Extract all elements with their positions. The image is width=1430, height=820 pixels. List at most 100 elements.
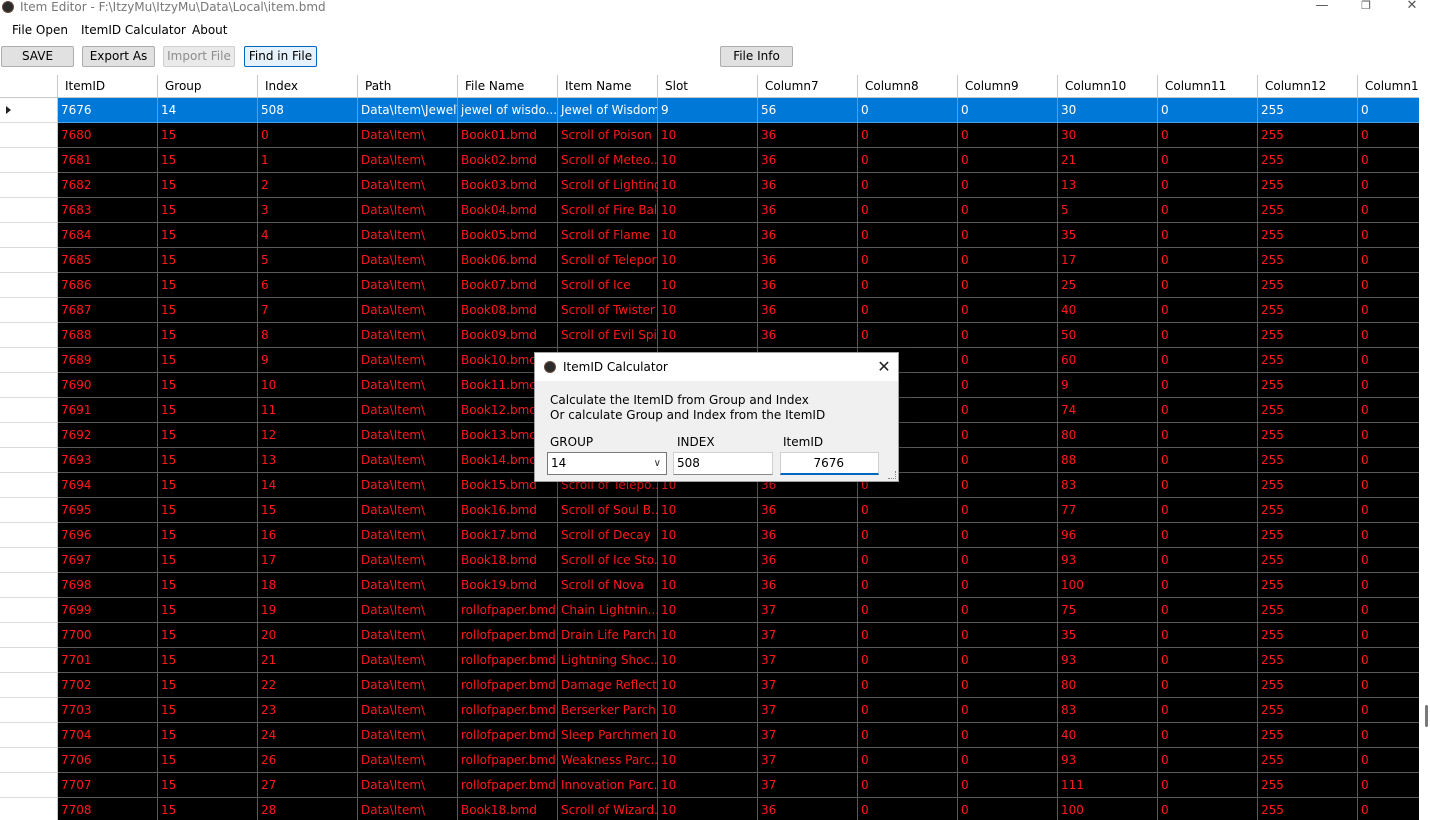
table-row[interactable]: 7684 15 4 Data\Item\ Book05.bmd Scroll of Fla…: [0, 223, 1419, 248]
table-cell[interactable]: 255: [1258, 798, 1358, 820]
table-cell[interactable]: 0: [958, 98, 1058, 123]
table-cell[interactable]: 7692: [58, 423, 158, 448]
table-cell[interactable]: 7: [258, 298, 358, 323]
table-cell[interactable]: Book04.bmd: [458, 198, 558, 223]
table-cell[interactable]: Data\Item\: [358, 473, 458, 498]
table-cell[interactable]: 0: [1158, 723, 1258, 748]
table-cell[interactable]: 255: [1258, 173, 1358, 198]
table-cell[interactable]: 24: [258, 723, 358, 748]
table-cell[interactable]: 0: [1358, 473, 1419, 498]
table-cell[interactable]: 0: [1158, 773, 1258, 798]
table-cell[interactable]: 10: [658, 598, 758, 623]
row-header[interactable]: [0, 548, 58, 573]
table-cell[interactable]: 0: [858, 723, 958, 748]
table-cell[interactable]: Data\Item\: [358, 448, 458, 473]
table-cell[interactable]: 10: [658, 198, 758, 223]
vertical-scrollbar[interactable]: [1419, 75, 1430, 820]
row-header[interactable]: [0, 448, 58, 473]
table-cell[interactable]: Jewel of Wisdom: [558, 98, 658, 123]
table-cell[interactable]: Book17.bmd: [458, 523, 558, 548]
file-info-button[interactable]: File Info: [720, 46, 793, 67]
table-row[interactable]: 7706 15 26 Data\Item\ rollofpaper.bmd Weaknes…: [0, 748, 1419, 773]
table-cell[interactable]: 10: [658, 698, 758, 723]
column-header[interactable]: Column13: [1358, 75, 1419, 98]
table-cell[interactable]: 0: [858, 598, 958, 623]
table-cell[interactable]: 0: [1158, 148, 1258, 173]
row-header[interactable]: [0, 773, 58, 798]
row-header[interactable]: [0, 98, 58, 123]
column-header[interactable]: Column11: [1158, 75, 1258, 98]
table-row[interactable]: 7700 15 20 Data\Item\ rollofpaper.bmd Drain L…: [0, 623, 1419, 648]
table-cell[interactable]: 0: [1358, 198, 1419, 223]
table-cell[interactable]: 0: [858, 773, 958, 798]
table-cell[interactable]: 7690: [58, 373, 158, 398]
table-cell[interactable]: 0: [1158, 523, 1258, 548]
row-header-corner[interactable]: [0, 75, 58, 98]
table-cell[interactable]: 100: [1058, 573, 1158, 598]
column-header[interactable]: Group: [158, 75, 258, 98]
table-cell[interactable]: 10: [658, 548, 758, 573]
table-cell[interactable]: Data\Item\: [358, 648, 458, 673]
table-cell[interactable]: 7703: [58, 698, 158, 723]
row-header[interactable]: [0, 598, 58, 623]
table-cell[interactable]: rollofpaper.bmd: [458, 748, 558, 773]
table-cell[interactable]: 7699: [58, 598, 158, 623]
table-cell[interactable]: 36: [758, 173, 858, 198]
table-cell[interactable]: Book06.bmd: [458, 248, 558, 273]
row-header[interactable]: [0, 273, 58, 298]
table-cell[interactable]: 0: [958, 123, 1058, 148]
table-cell[interactable]: 255: [1258, 98, 1358, 123]
column-header[interactable]: Item Name: [558, 75, 658, 98]
table-cell[interactable]: 0: [958, 673, 1058, 698]
table-cell[interactable]: 8: [258, 323, 358, 348]
table-cell[interactable]: 0: [958, 748, 1058, 773]
table-cell[interactable]: 9: [658, 98, 758, 123]
table-cell[interactable]: 255: [1258, 323, 1358, 348]
table-cell[interactable]: 0: [1158, 548, 1258, 573]
table-cell[interactable]: 80: [1058, 423, 1158, 448]
table-cell[interactable]: 7707: [58, 773, 158, 798]
table-cell[interactable]: 0: [1158, 498, 1258, 523]
table-cell[interactable]: 11: [258, 398, 358, 423]
dialog-close-icon[interactable]: ✕: [873, 356, 895, 378]
table-cell[interactable]: Book18.bmd: [458, 798, 558, 820]
table-cell[interactable]: 10: [658, 723, 758, 748]
table-row[interactable]: 7682 15 2 Data\Item\ Book03.bmd Scroll of Lig…: [0, 173, 1419, 198]
table-cell[interactable]: 5: [1058, 198, 1158, 223]
table-cell[interactable]: 88: [1058, 448, 1158, 473]
table-cell[interactable]: 0: [958, 623, 1058, 648]
table-cell[interactable]: Book02.bmd: [458, 148, 558, 173]
table-cell[interactable]: 30: [1058, 98, 1158, 123]
table-cell[interactable]: 37: [758, 598, 858, 623]
row-header[interactable]: [0, 723, 58, 748]
table-cell[interactable]: Scroll of Meteo...: [558, 148, 658, 173]
table-cell[interactable]: 0: [858, 648, 958, 673]
index-input[interactable]: 508: [673, 452, 773, 475]
table-cell[interactable]: 255: [1258, 523, 1358, 548]
table-cell[interactable]: 0: [958, 598, 1058, 623]
table-cell[interactable]: Lightning Shoc...: [558, 648, 658, 673]
row-header[interactable]: [0, 148, 58, 173]
table-cell[interactable]: 0: [1358, 623, 1419, 648]
table-cell[interactable]: 0: [858, 123, 958, 148]
table-cell[interactable]: Book03.bmd: [458, 173, 558, 198]
table-cell[interactable]: Data\Item\: [358, 173, 458, 198]
table-cell[interactable]: 6: [258, 273, 358, 298]
table-cell[interactable]: 40: [1058, 723, 1158, 748]
table-cell[interactable]: 2: [258, 173, 358, 198]
table-cell[interactable]: 0: [958, 348, 1058, 373]
table-cell[interactable]: 10: [658, 748, 758, 773]
table-cell[interactable]: 12: [258, 423, 358, 448]
row-header[interactable]: [0, 473, 58, 498]
table-cell[interactable]: 17: [258, 548, 358, 573]
table-cell[interactable]: 23: [258, 698, 358, 723]
maximize-icon[interactable]: ❐: [1356, 0, 1376, 14]
table-cell[interactable]: 80: [1058, 673, 1158, 698]
table-cell[interactable]: Data\Item\: [358, 548, 458, 573]
table-cell[interactable]: 10: [658, 173, 758, 198]
table-cell[interactable]: Data\Item\: [358, 223, 458, 248]
table-cell[interactable]: 0: [1158, 173, 1258, 198]
table-cell[interactable]: Book01.bmd: [458, 123, 558, 148]
table-cell[interactable]: 0: [858, 748, 958, 773]
table-cell[interactable]: 255: [1258, 773, 1358, 798]
